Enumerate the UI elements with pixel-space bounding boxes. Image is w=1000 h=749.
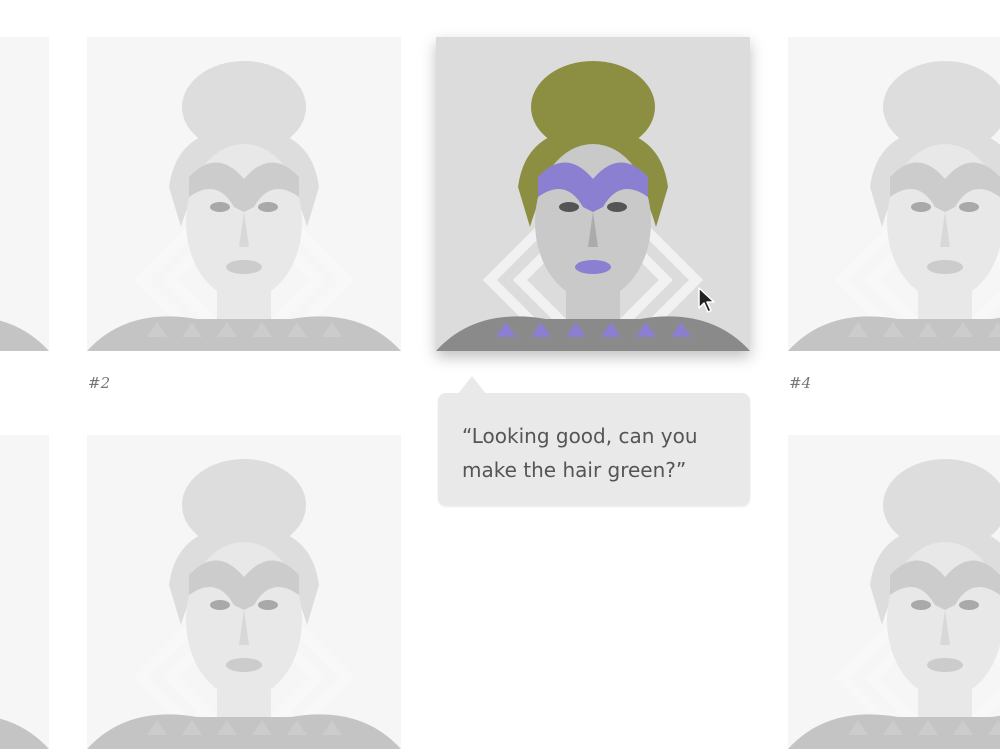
image-grid: #2 #4: [0, 0, 1000, 749]
portrait-tile-6[interactable]: [87, 435, 401, 749]
comment-bubble-tail: [458, 376, 486, 394]
portrait-tile-2[interactable]: [87, 37, 401, 351]
tile-number-label: #2: [88, 374, 111, 392]
comment-text: “Looking good, can you make the hair gre…: [462, 424, 698, 482]
arrow-cursor-icon: [698, 287, 715, 313]
portrait-tile-5[interactable]: [0, 435, 49, 749]
portrait-tile-8[interactable]: [788, 435, 1000, 749]
portrait-image: [788, 37, 1000, 351]
comment-bubble: “Looking good, can you make the hair gre…: [438, 393, 750, 506]
portrait-image: [87, 435, 401, 749]
portrait-image: [0, 435, 49, 749]
portrait-image: [87, 37, 401, 351]
portrait-tile-4[interactable]: [788, 37, 1000, 351]
portrait-tile-1[interactable]: [0, 37, 49, 351]
tile-number-label: #4: [789, 374, 812, 392]
portrait-image: [0, 37, 49, 351]
portrait-image: [788, 435, 1000, 749]
